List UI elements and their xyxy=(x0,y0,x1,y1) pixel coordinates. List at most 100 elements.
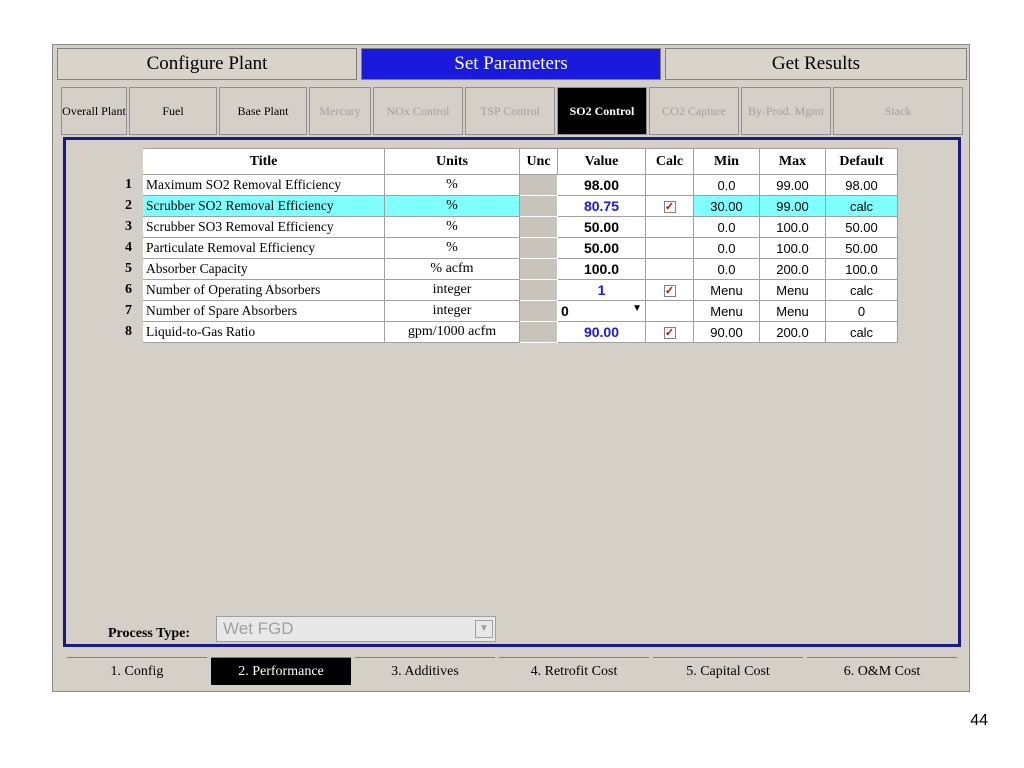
row-units: % xyxy=(384,216,520,238)
calc-checkbox[interactable]: ✓ xyxy=(645,279,694,301)
subtab-co2-capture[interactable]: CO2 Capture xyxy=(649,87,739,135)
subtab-overall-plant[interactable]: Overall Plant xyxy=(61,87,127,135)
subtab-nox-control[interactable]: NOx Control xyxy=(373,87,463,135)
parameters-panel: Title Units Unc Value Calc Min Max Defau… xyxy=(63,137,961,647)
value-input[interactable]: 90.00 xyxy=(557,321,646,343)
table-row[interactable]: 3 Scrubber SO3 Removal Efficiency% 50.00 0.… xyxy=(114,216,898,238)
row-max: 100.0 xyxy=(759,237,826,259)
bottom-tab-om-cost[interactable]: 6. O&M Cost xyxy=(807,657,957,685)
subtab-tsp-control[interactable]: TSP Control xyxy=(465,87,555,135)
dropdown-arrow-icon[interactable]: ▼ xyxy=(632,303,642,314)
table-row[interactable]: 1 Maximum SO2 Removal Efficiency% 98.00 0.0… xyxy=(114,174,898,196)
tab-label: Get Results xyxy=(771,53,861,74)
bottom-tab-additives[interactable]: 3. Additives xyxy=(355,657,495,685)
uncertainty-button[interactable] xyxy=(519,174,558,196)
calc-checkbox[interactable] xyxy=(645,174,694,196)
value-input[interactable]: 100.0 xyxy=(557,258,646,280)
uncertainty-button[interactable] xyxy=(519,258,558,280)
calc-checkbox[interactable]: ✓ xyxy=(645,195,694,217)
calc-checkbox[interactable] xyxy=(645,300,694,322)
row-min: 0.0 xyxy=(693,258,760,280)
value-input[interactable]: 50.00 xyxy=(557,237,646,259)
row-title: Scrubber SO3 Removal Efficiency xyxy=(142,216,385,238)
row-units: integer xyxy=(384,279,520,301)
uncertainty-button[interactable] xyxy=(519,237,558,259)
row-default: calc xyxy=(825,279,898,301)
subtab-label: Mercury xyxy=(319,104,361,118)
row-max: 99.00 xyxy=(759,174,826,196)
calc-checkbox[interactable] xyxy=(645,258,694,280)
process-type-value: Wet FGD xyxy=(223,619,294,638)
tab-configure-plant[interactable]: Configure Plant xyxy=(57,48,357,80)
bottom-tab-retrofit-cost[interactable]: 4. Retrofit Cost xyxy=(499,657,649,685)
calc-checkbox[interactable]: ✓ xyxy=(645,321,694,343)
row-min: 30.00 xyxy=(693,195,760,217)
row-units: % acfm xyxy=(384,258,520,280)
subtab-label: Fuel xyxy=(162,104,184,118)
parameters-table: Title Units Unc Value Calc Min Max Defau… xyxy=(114,148,898,343)
subtab-by-prod-mgmt[interactable]: By-Prod. Mgmt xyxy=(741,87,831,135)
value-select[interactable]: 0 ▼ xyxy=(557,300,646,322)
subtab-label: Base Plant xyxy=(237,104,289,118)
row-number: 4 xyxy=(114,237,143,259)
table-row[interactable]: 2 Scrubber SO2 Removal Efficiency% 80.75 ✓ 3… xyxy=(114,195,898,217)
value-input[interactable]: 98.00 xyxy=(557,174,646,196)
check-icon: ✓ xyxy=(663,327,676,339)
row-units: % xyxy=(384,195,520,217)
process-type-label: Process Type: xyxy=(108,626,191,641)
row-number: 2 xyxy=(114,195,143,217)
row-units: % xyxy=(384,174,520,196)
row-title: Particulate Removal Efficiency xyxy=(142,237,385,259)
unc-header: Unc xyxy=(519,148,558,175)
bottom-tab-label: 3. Additives xyxy=(391,663,459,679)
table-body: 1 Maximum SO2 Removal Efficiency% 98.00 0.0… xyxy=(114,174,898,343)
tab-get-results[interactable]: Get Results xyxy=(665,48,967,80)
max-header: Max xyxy=(759,148,826,175)
check-icon: ✓ xyxy=(663,285,676,297)
row-min: Menu xyxy=(693,300,760,322)
row-number: 6 xyxy=(114,279,143,301)
table-row[interactable]: 7 Number of Spare Absorbers integer 0 ▼ Menu M… xyxy=(114,300,898,322)
uncertainty-button[interactable] xyxy=(519,279,558,301)
value-input[interactable]: 50.00 xyxy=(557,216,646,238)
row-default: 98.00 xyxy=(825,174,898,196)
table-row[interactable]: 4 Particulate Removal Efficiency% 50.00 0.0… xyxy=(114,237,898,259)
subtab-stack[interactable]: Stack xyxy=(833,87,963,135)
uncertainty-button[interactable] xyxy=(519,216,558,238)
bottom-tab-label: 4. Retrofit Cost xyxy=(530,663,618,679)
subtab-fuel[interactable]: Fuel xyxy=(129,87,217,135)
bottom-tab-capital-cost[interactable]: 5. Capital Cost xyxy=(653,657,803,685)
value-input[interactable]: 1 xyxy=(557,279,646,301)
bottom-tab-label: 5. Capital Cost xyxy=(686,663,770,679)
table-row[interactable]: 5 Absorber Capacity% acfm 100.0 0.0 200.0 100… xyxy=(114,258,898,280)
dropdown-arrow-icon[interactable]: ▼ xyxy=(475,620,493,638)
bottom-tab-config[interactable]: 1. Config xyxy=(67,657,207,685)
bottom-tab-performance[interactable]: 2. Performance xyxy=(211,657,351,685)
tab-label: Configure Plant xyxy=(146,53,268,74)
table-row[interactable]: 6 Number of Operating Absorbers integer 1 ✓ M… xyxy=(114,279,898,301)
subtab-label: By-Prod. Mgmt xyxy=(747,104,824,118)
row-max: Menu xyxy=(759,300,826,322)
subtab-base-plant[interactable]: Base Plant xyxy=(219,87,307,135)
tab-set-parameters[interactable]: Set Parameters xyxy=(361,48,661,80)
row-min: Menu xyxy=(693,279,760,301)
table-row[interactable]: 8 Liquid-to-Gas Ratio gpm/1000 acfm 90.00 ✓ 9… xyxy=(114,321,898,343)
value-input[interactable]: 80.75 xyxy=(557,195,646,217)
calc-checkbox[interactable] xyxy=(645,216,694,238)
subtab-so2-control[interactable]: SO2 Control xyxy=(557,87,647,135)
uncertainty-button[interactable] xyxy=(519,321,558,343)
row-title: Number of Spare Absorbers xyxy=(142,300,385,322)
row-units: integer xyxy=(384,300,520,322)
process-type-select[interactable]: Wet FGD ▼ xyxy=(216,616,496,642)
row-default: 0 xyxy=(825,300,898,322)
subtab-label: TSP Control xyxy=(480,104,540,118)
uncertainty-button[interactable] xyxy=(519,195,558,217)
calc-checkbox[interactable] xyxy=(645,237,694,259)
row-number: 1 xyxy=(114,174,143,196)
uncertainty-button[interactable] xyxy=(519,300,558,322)
check-icon: ✓ xyxy=(663,201,676,213)
subtab-mercury[interactable]: Mercury xyxy=(309,87,371,135)
row-default: 50.00 xyxy=(825,237,898,259)
row-max: 100.0 xyxy=(759,216,826,238)
row-max: Menu xyxy=(759,279,826,301)
